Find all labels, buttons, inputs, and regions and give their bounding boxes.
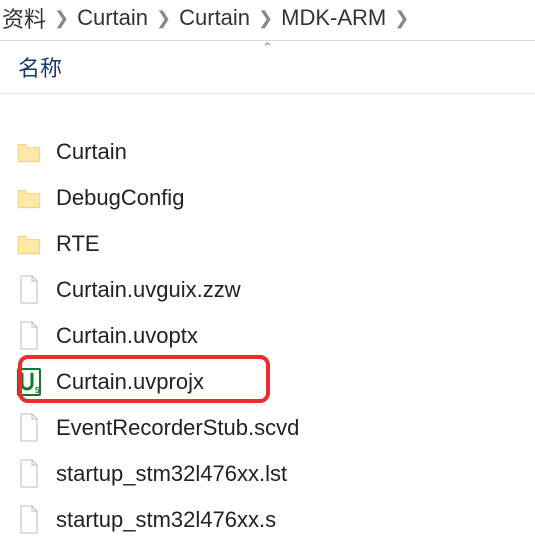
column-header-name[interactable]: 名称	[18, 56, 62, 81]
list-item-highlighted[interactable]: 5 Curtain.uvprojx	[14, 359, 535, 405]
list-item[interactable]: RTE	[14, 221, 535, 267]
folder-icon	[14, 135, 44, 169]
list-item[interactable]: EventRecorderStub.scvd	[14, 405, 535, 451]
folder-icon	[14, 181, 44, 215]
list-item[interactable]: startup_stm32l476xx.lst	[14, 451, 535, 497]
list-item[interactable]: Curtain	[14, 129, 535, 175]
file-name-label: Curtain	[56, 139, 127, 165]
document-icon	[14, 411, 44, 445]
list-item[interactable]: startup_stm32l476xx.s	[14, 497, 535, 543]
breadcrumb-segment-0[interactable]: 资料	[0, 2, 48, 34]
uvision-project-icon: 5	[14, 365, 44, 399]
breadcrumb[interactable]: 资料 ❯ Curtain ❯ Curtain ❯ MDK-ARM ❯	[0, 0, 535, 41]
list-item[interactable]: Curtain.uvguix.zzw	[14, 267, 535, 313]
file-name-label: Curtain.uvguix.zzw	[56, 277, 241, 303]
file-name-label: startup_stm32l476xx.s	[56, 507, 276, 533]
column-header-row: ⌃ 名称	[0, 41, 535, 94]
svg-text:5: 5	[35, 386, 40, 395]
file-name-label: Curtain.uvprojx	[56, 369, 204, 395]
list-item[interactable]: Curtain.uvoptx	[14, 313, 535, 359]
document-icon	[14, 503, 44, 537]
chevron-right-icon: ❯	[388, 8, 415, 29]
breadcrumb-segment-3[interactable]: MDK-ARM	[279, 5, 388, 31]
file-list: Curtain DebugConfig RTE Curtain.uvguix.z…	[0, 94, 535, 543]
file-name-label: RTE	[56, 231, 100, 257]
chevron-right-icon: ❯	[252, 8, 279, 29]
breadcrumb-segment-1[interactable]: Curtain	[75, 5, 150, 31]
list-item[interactable]: DebugConfig	[14, 175, 535, 221]
file-name-label: DebugConfig	[56, 185, 184, 211]
document-icon	[14, 457, 44, 491]
document-icon	[14, 273, 44, 307]
chevron-right-icon: ❯	[48, 8, 75, 29]
file-name-label: EventRecorderStub.scvd	[56, 415, 299, 441]
file-name-label: Curtain.uvoptx	[56, 323, 198, 349]
folder-icon	[14, 227, 44, 261]
breadcrumb-segment-2[interactable]: Curtain	[177, 5, 252, 31]
chevron-right-icon: ❯	[150, 8, 177, 29]
collapse-caret-icon[interactable]: ⌃	[262, 40, 272, 54]
document-icon	[14, 319, 44, 353]
file-name-label: startup_stm32l476xx.lst	[56, 461, 287, 487]
